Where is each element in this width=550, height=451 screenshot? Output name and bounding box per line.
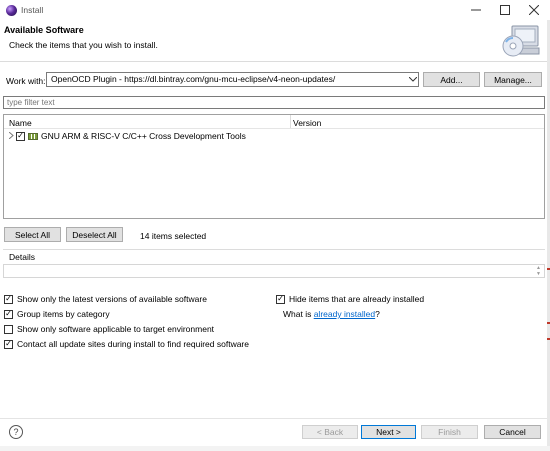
next-button[interactable]: Next > <box>361 425 416 439</box>
filter-input[interactable] <box>3 96 545 109</box>
work-with-label: Work with: <box>6 76 46 86</box>
install-cd-icon <box>500 20 542 60</box>
window-title: Install <box>21 5 44 15</box>
header-divider <box>4 128 544 129</box>
close-icon[interactable] <box>520 0 548 20</box>
group-by-category-label: Group items by category <box>17 309 110 319</box>
eclipse-icon <box>6 5 17 16</box>
group-by-category-checkbox[interactable]: ✓ <box>4 309 13 319</box>
what-is-installed-text: What is already installed? <box>283 309 380 319</box>
hide-installed-label: Hide items that are already installed <box>289 294 425 304</box>
background-window-strip <box>0 446 550 451</box>
finish-button[interactable]: Finish <box>421 425 478 439</box>
what-is-prefix: What is <box>283 309 314 319</box>
hide-installed-checkbox[interactable]: ✓ <box>276 294 285 304</box>
column-header-version[interactable]: Version <box>293 118 321 128</box>
page-description: Check the items that you wish to install… <box>9 40 158 50</box>
maximize-icon[interactable] <box>491 0 519 20</box>
what-is-suffix: ? <box>375 309 380 319</box>
work-with-combo[interactable]: OpenOCD Plugin - https://dl.bintray.com/… <box>46 72 419 87</box>
details-scrollbar[interactable]: ▲ ▼ <box>533 265 544 277</box>
software-tree[interactable]: Name Version ✓ GNU ARM & RISC-V C/C++ Cr… <box>3 114 545 219</box>
details-textbox[interactable] <box>3 264 545 278</box>
tree-item-checkbox[interactable]: ✓ <box>16 131 25 141</box>
latest-versions-option[interactable]: ✓ Show only the latest versions of avail… <box>4 294 207 304</box>
group-by-category-option[interactable]: ✓ Group items by category <box>4 309 110 319</box>
contact-sites-option[interactable]: ✓ Contact all update sites during instal… <box>4 339 249 349</box>
tree-item-label: GNU ARM & RISC-V C/C++ Cross Development… <box>41 131 246 141</box>
target-env-checkbox[interactable] <box>4 324 13 334</box>
column-header-name[interactable]: Name <box>9 118 32 128</box>
minimize-icon[interactable] <box>462 0 490 20</box>
page-title: Available Software <box>4 25 84 35</box>
footer-divider <box>0 418 550 419</box>
deselect-all-button[interactable]: Deselect All <box>66 227 123 242</box>
latest-versions-label: Show only the latest versions of availab… <box>17 294 207 304</box>
latest-versions-checkbox[interactable]: ✓ <box>4 294 13 304</box>
chevron-down-icon[interactable] <box>406 72 419 87</box>
help-icon[interactable]: ? <box>9 425 23 439</box>
cancel-button[interactable]: Cancel <box>484 425 541 439</box>
contact-sites-label: Contact all update sites during install … <box>17 339 249 349</box>
manage-button[interactable]: Manage... <box>484 72 542 87</box>
feature-category-icon <box>28 132 38 140</box>
add-button[interactable]: Add... <box>423 72 480 87</box>
target-env-label: Show only software applicable to target … <box>17 324 215 334</box>
select-all-button[interactable]: Select All <box>4 227 61 242</box>
already-installed-link[interactable]: already installed <box>314 309 375 319</box>
tree-row[interactable]: ✓ GNU ARM & RISC-V C/C++ Cross Developme… <box>6 130 246 142</box>
column-separator[interactable] <box>290 115 291 128</box>
contact-sites-checkbox[interactable]: ✓ <box>4 339 13 349</box>
chevron-right-icon[interactable] <box>6 131 16 141</box>
selection-count: 14 items selected <box>140 231 207 241</box>
details-label: Details <box>9 252 35 262</box>
hide-installed-option[interactable]: ✓ Hide items that are already installed <box>276 294 424 304</box>
back-button[interactable]: < Back <box>302 425 358 439</box>
target-env-option[interactable]: Show only software applicable to target … <box>4 324 214 334</box>
